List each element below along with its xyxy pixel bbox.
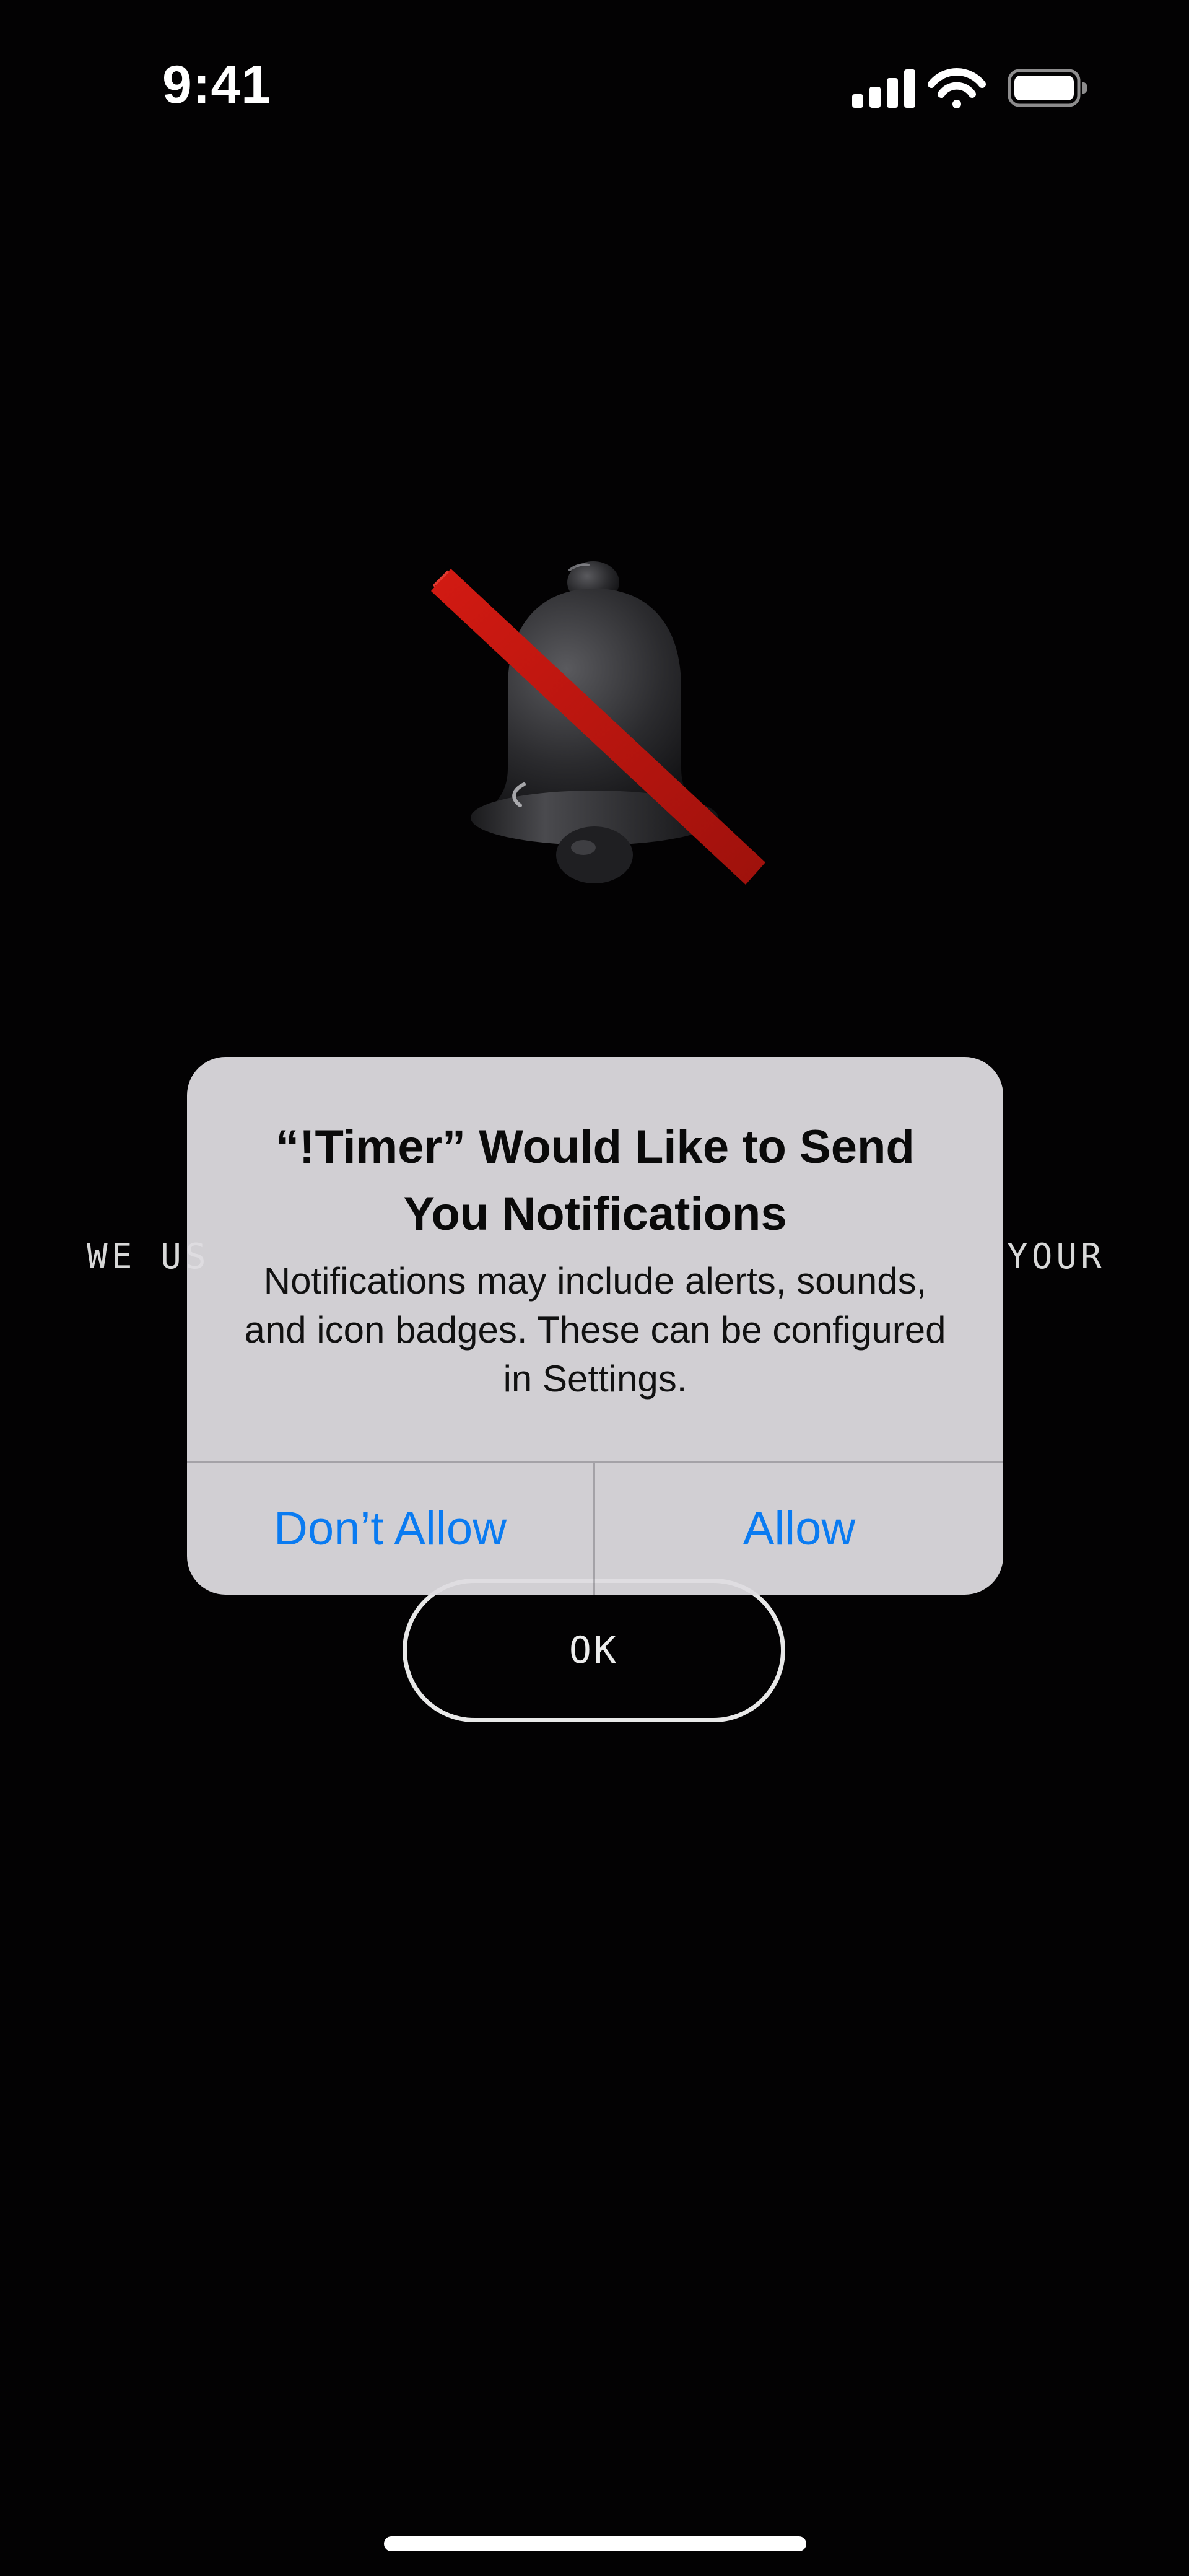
status-icons xyxy=(852,68,1087,108)
wifi-icon xyxy=(928,68,986,108)
dont-allow-button[interactable]: Don’t Allow xyxy=(187,1463,593,1595)
bell-crossed-out-icon xyxy=(431,561,765,885)
alert-message: Notifications may include alerts, sounds… xyxy=(244,1260,946,1400)
home-indicator[interactable] xyxy=(384,2536,806,2551)
status-time: 9:41 xyxy=(162,55,272,115)
notification-permission-alert: “!Timer” Would Like to Send You Notifica… xyxy=(187,1057,1003,1595)
battery-icon xyxy=(1008,69,1087,107)
status-bar: 9:41 xyxy=(0,0,1189,180)
background-message-right: YOUR xyxy=(1007,1237,1105,1277)
signal-icon xyxy=(852,69,915,108)
alert-title: “!Timer” Would Like to Send You Notifica… xyxy=(276,1121,915,1240)
allow-button[interactable]: Allow xyxy=(595,1463,1003,1595)
ok-button[interactable]: OK xyxy=(403,1579,785,1722)
